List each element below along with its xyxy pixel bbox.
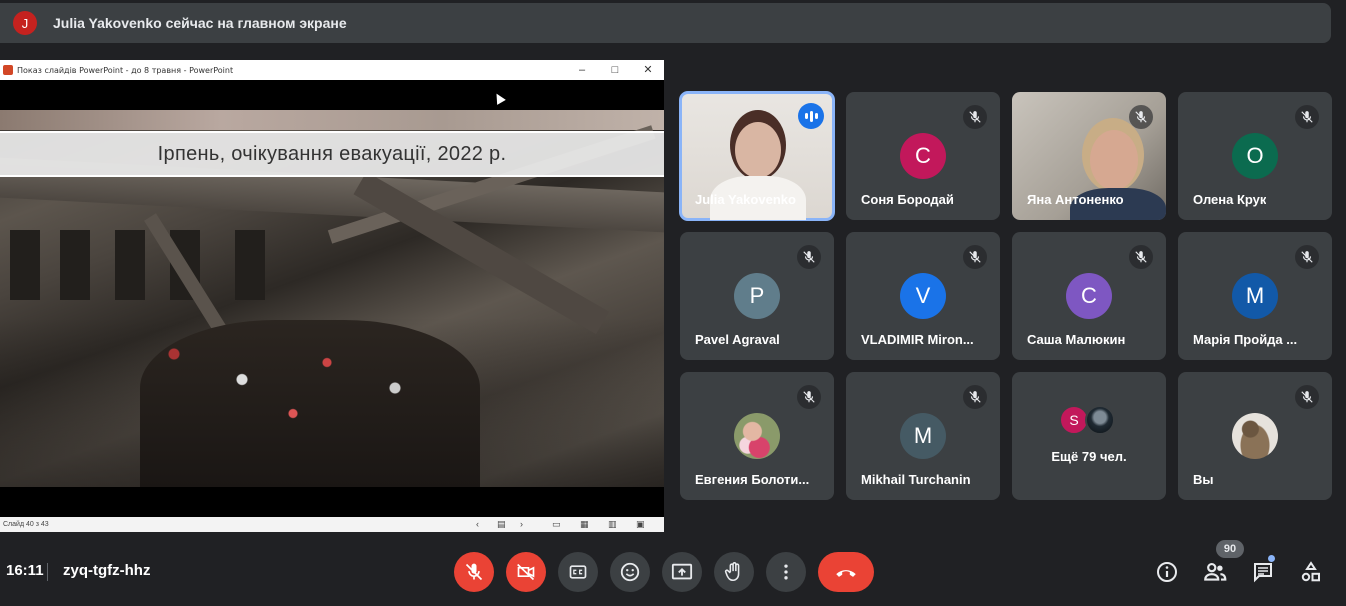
participant-name: Марія Пройда ... <box>1193 332 1298 347</box>
self-tile[interactable]: Вы <box>1178 372 1332 500</box>
normal-view-icon[interactable]: ▭ <box>552 519 561 530</box>
participant-tile[interactable]: P Pavel Agraval <box>680 232 834 360</box>
chat-button[interactable] <box>1249 558 1277 586</box>
participant-avatar <box>1085 405 1115 435</box>
participant-name: VLADIMIR Miron... <box>861 332 974 347</box>
participant-avatar: С <box>1066 273 1112 319</box>
sorter-view-icon[interactable]: ▦ <box>580 519 589 530</box>
captions-button[interactable] <box>558 552 598 592</box>
reactions-button[interactable] <box>610 552 650 592</box>
mic-off-icon <box>1129 245 1153 269</box>
participant-tile[interactable]: V VLADIMIR Miron... <box>846 232 1000 360</box>
camera-off-icon <box>517 563 535 581</box>
more-avatars: S <box>1059 405 1119 435</box>
participant-tile[interactable]: Julia Yakovenko <box>679 91 835 221</box>
more-participants-label: Ещё 79 чел. <box>1051 449 1127 464</box>
slide-title: Ірпень, очікування евакуації, 2022 р. <box>157 142 507 165</box>
participant-tile[interactable]: M Mikhail Turchanin <box>846 372 1000 500</box>
activities-icon <box>1301 561 1320 582</box>
slide-image: Ірпень, очікування евакуації, 2022 р. <box>0 110 664 487</box>
leave-call-button[interactable] <box>818 552 874 592</box>
chat-icon <box>1254 563 1272 583</box>
participant-name: Яна Антоненко <box>1027 192 1124 207</box>
more-participants-tile[interactable]: S Ещё 79 чел. <box>1012 372 1166 500</box>
maximize-icon: □ <box>611 64 619 76</box>
participant-avatar <box>734 413 780 459</box>
presenter-avatar: J <box>13 11 37 35</box>
participant-tile[interactable]: С Соня Бородай <box>846 92 1000 220</box>
shared-screen: Показ слайдів PowerPoint - до 8 травня -… <box>0 60 664 532</box>
powerpoint-icon <box>3 65 13 75</box>
participant-tile[interactable]: Евгения Болоти... <box>680 372 834 500</box>
people-count-badge: 90 <box>1216 540 1244 558</box>
mic-off-icon <box>963 245 987 269</box>
ppt-statusbar: Слайд 40 з 43 ‹ ▤ › ▭ ▦ ▥ ▣ <box>0 517 664 532</box>
more-vert-icon <box>784 564 788 580</box>
slide-title-box: Ірпень, очікування евакуації, 2022 р. <box>0 131 664 177</box>
speaking-indicator-icon <box>798 103 824 129</box>
slideshow-view-icon[interactable]: ▣ <box>636 519 645 530</box>
hangup-icon <box>836 570 856 577</box>
captions-icon <box>569 565 587 579</box>
participant-avatar: M <box>900 413 946 459</box>
participant-tile[interactable]: О Олена Крук <box>1178 92 1332 220</box>
slide-counter: Слайд 40 з 43 <box>3 521 49 528</box>
mic-off-icon <box>465 563 483 581</box>
present-button[interactable] <box>662 552 702 592</box>
mic-off-icon <box>1295 245 1319 269</box>
people-icon <box>1204 563 1227 581</box>
participant-name: Олена Крук <box>1193 192 1267 207</box>
mic-off-icon <box>797 245 821 269</box>
ppt-titlebar: Показ слайдів PowerPoint - до 8 травня -… <box>0 60 664 80</box>
next-slide-icon[interactable]: › <box>520 519 523 530</box>
camera-toggle-button[interactable] <box>506 552 546 592</box>
hand-icon <box>724 562 740 582</box>
info-icon <box>1157 562 1177 582</box>
participant-name: Саша Малюкин <box>1027 332 1126 347</box>
raise-hand-button[interactable] <box>714 552 754 592</box>
participant-avatar: P <box>734 273 780 319</box>
mic-toggle-button[interactable] <box>454 552 494 592</box>
presenting-banner-text: Julia Yakovenko сейчас на главном экране <box>53 15 347 31</box>
presenting-banner: J Julia Yakovenko сейчас на главном экра… <box>0 3 1331 43</box>
people-button[interactable] <box>1201 558 1229 586</box>
participant-name: Pavel Agraval <box>695 332 780 347</box>
participant-avatar: М <box>1232 273 1278 319</box>
participant-name: Евгения Болоти... <box>695 472 810 487</box>
participant-name: Соня Бородай <box>861 192 954 207</box>
participant-tile[interactable]: С Саша Малюкин <box>1012 232 1166 360</box>
present-screen-icon <box>671 563 693 580</box>
slide-menu-icon[interactable]: ▤ <box>497 519 506 530</box>
self-avatar <box>1232 413 1278 459</box>
participant-name: Вы <box>1193 472 1214 487</box>
mic-off-icon <box>963 105 987 129</box>
mic-off-icon <box>1295 105 1319 129</box>
participant-tile[interactable]: Яна Антоненко <box>1012 92 1166 220</box>
participant-tile[interactable]: М Марія Пройда ... <box>1178 232 1332 360</box>
participant-avatar: О <box>1232 133 1278 179</box>
mic-off-icon <box>1295 385 1319 409</box>
meeting-details-button[interactable] <box>1153 558 1181 586</box>
emoji-icon <box>620 562 640 582</box>
more-options-button[interactable] <box>766 552 806 592</box>
divider <box>47 563 48 581</box>
participant-name: Mikhail Turchanin <box>861 472 971 487</box>
participant-avatar: С <box>900 133 946 179</box>
minimize-icon: – <box>578 64 586 76</box>
mic-off-icon <box>1129 105 1153 129</box>
mic-off-icon <box>797 385 821 409</box>
activities-button[interactable] <box>1297 558 1325 586</box>
clock: 16:11 <box>6 562 44 579</box>
prev-slide-icon[interactable]: ‹ <box>476 519 479 530</box>
mic-off-icon <box>963 385 987 409</box>
reading-view-icon[interactable]: ▥ <box>608 519 617 530</box>
ppt-window-title: Показ слайдів PowerPoint - до 8 травня -… <box>17 65 234 75</box>
participant-avatar: V <box>900 273 946 319</box>
participant-name: Julia Yakovenko <box>695 192 796 207</box>
close-icon: ✕ <box>643 64 653 76</box>
meeting-code: zyq-tgfz-hhz <box>63 562 151 579</box>
